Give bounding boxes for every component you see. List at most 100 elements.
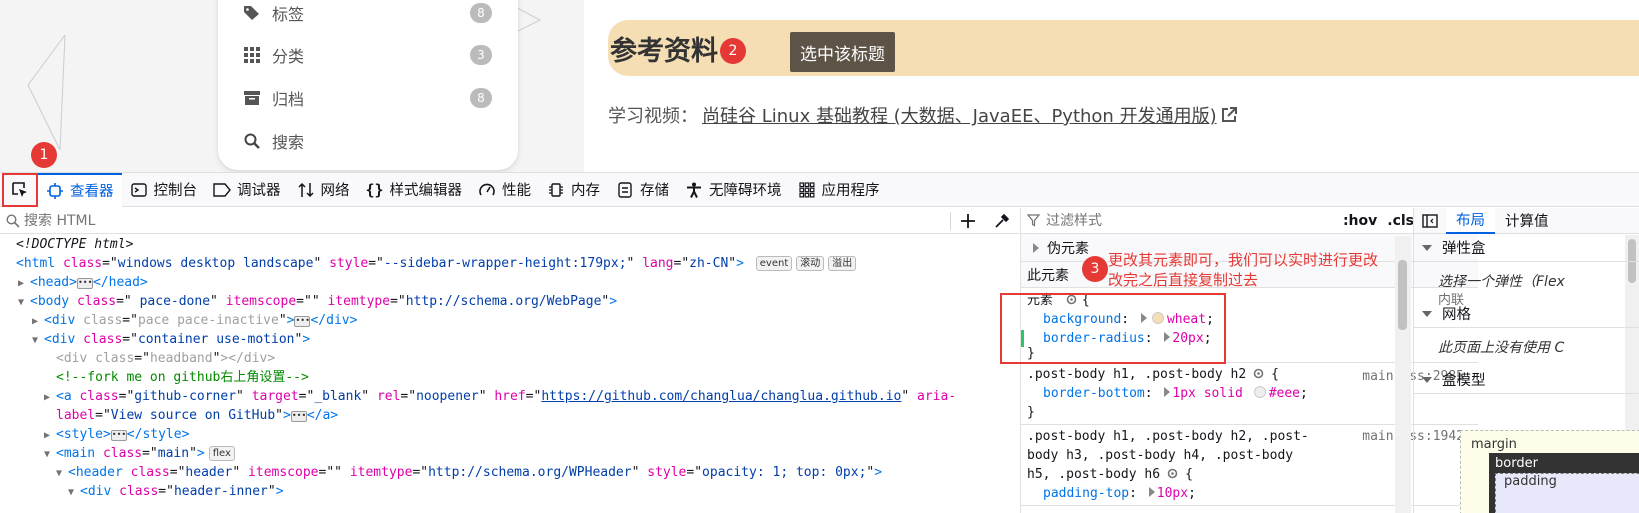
tree-node-doctype[interactable]: <!DOCTYPE html> xyxy=(0,235,1019,254)
flexbox-section-toggle[interactable]: 弹性盒 xyxy=(1414,234,1639,262)
study-link[interactable]: 尚硅谷 Linux 基础教程 (大数据、JavaEE、Python 开发通用版) xyxy=(702,102,1217,128)
scrollbar-thumb[interactable] xyxy=(1398,260,1407,330)
tree-node-div-headband[interactable]: <div class="headband"></div> xyxy=(0,349,1019,368)
color-swatch[interactable] xyxy=(1253,386,1266,398)
tab-layout[interactable]: 布局 xyxy=(1446,208,1495,234)
eyedropper-button[interactable] xyxy=(985,213,1019,229)
menu-item-label: 归档 xyxy=(272,90,305,109)
hover-states-button[interactable]: :hov xyxy=(1343,213,1377,229)
tab-performance[interactable]: 性能 xyxy=(470,173,539,207)
tab-memory[interactable]: 内存 xyxy=(539,173,608,207)
application-icon xyxy=(798,181,816,199)
collapse-arrow-icon: ▼ xyxy=(18,297,25,308)
event-badge[interactable]: event xyxy=(755,256,793,271)
tree-node-head[interactable]: ▶ <head>•••</head> xyxy=(0,273,1019,292)
archive-icon xyxy=(242,88,262,108)
overflow-badge[interactable]: 溢出 xyxy=(828,256,857,271)
html-search-actions xyxy=(950,208,1019,234)
pick-element-button[interactable] xyxy=(2,172,38,207)
flex-badge[interactable]: flex xyxy=(208,446,235,461)
performance-icon xyxy=(478,181,496,199)
collapse-arrow-icon: ▼ xyxy=(68,487,75,498)
tab-inspector[interactable]: 查看器 xyxy=(38,172,122,207)
expand-arrow-icon: ▶ xyxy=(44,392,51,403)
padding-label: padding xyxy=(1504,474,1557,489)
gear-icon[interactable] xyxy=(1252,367,1265,380)
tree-node-div-pace[interactable]: ▶ <div class="pace pace-inactive">•••</di… xyxy=(0,311,1019,330)
ellipsis-icon: ••• xyxy=(294,316,311,327)
boxmodel-section-toggle[interactable]: 盒模型 xyxy=(1414,366,1639,394)
step-1-marker: 1 xyxy=(31,142,57,168)
ellipsis-icon: ••• xyxy=(290,411,307,422)
tags-icon xyxy=(242,3,262,23)
tree-node-a-github-corner[interactable]: ▶ <a class="github-corner" target="_blank… xyxy=(0,387,1019,406)
ellipsis-icon: ••• xyxy=(76,278,93,289)
web-page-viewport: 标签 8 分类 3 归档 8 搜索 参考资料 学习视频： 尚硅谷 Linux 基… xyxy=(0,0,1639,172)
flexbox-section-body: 选择一个弹性（Flex xyxy=(1438,274,1565,290)
network-icon xyxy=(297,181,315,199)
collapse-arrow-icon: ▼ xyxy=(56,468,63,479)
gear-icon[interactable] xyxy=(1166,467,1179,480)
study-label: 学习视频： xyxy=(608,106,698,127)
tab-debugger[interactable]: 调试器 xyxy=(205,173,289,207)
count-badge: 8 xyxy=(470,3,492,23)
devtools-toolbar: 查看器 控制台 调试器 网络 {} 样式编辑器 性能 内存 存储 无障碍环境 应… xyxy=(0,172,1639,207)
tab-application[interactable]: 应用程序 xyxy=(790,173,888,207)
count-badge: 8 xyxy=(470,88,492,108)
html-search-input[interactable] xyxy=(24,212,924,229)
menu-item-archives[interactable]: 归档 8 xyxy=(242,85,492,111)
tree-node-comment[interactable]: <!--fork me on github右上角设置--> xyxy=(0,368,1019,387)
expand-arrow-icon xyxy=(1033,242,1039,253)
tab-network[interactable]: 网络 xyxy=(289,173,358,207)
tab-style-editor[interactable]: {} 样式编辑器 xyxy=(358,173,471,207)
tab-console[interactable]: 控制台 xyxy=(122,173,206,207)
add-node-button[interactable] xyxy=(951,214,985,228)
padding-box: padding xyxy=(1495,473,1639,513)
tree-node-style[interactable]: ▶ <style>•••</style> xyxy=(0,425,1019,444)
select-heading-tooltip: 选中该标题 xyxy=(790,32,895,72)
menu-item-categories[interactable]: 分类 3 xyxy=(242,42,492,68)
menu-item-tags[interactable]: 标签 8 xyxy=(242,0,492,26)
menu-item-search[interactable]: 搜索 xyxy=(242,128,492,154)
tab-accessibility[interactable]: 无障碍环境 xyxy=(677,173,790,207)
layout-sidebar-panel: 布局 计算值 弹性盒 选择一个弹性（Flex 网格 此页面上没有使用 C 盒模型… xyxy=(1413,208,1639,513)
classes-button[interactable]: .cls xyxy=(1387,213,1414,229)
sidebar-menu-card: 标签 8 分类 3 归档 8 搜索 xyxy=(218,0,518,170)
tree-node-main[interactable]: ▼ <main class="main"> flex xyxy=(0,444,1019,463)
expand-arrow-icon xyxy=(1164,387,1171,397)
tree-node-a-continued: label="View source on GitHub">•••</a> xyxy=(56,408,339,423)
expand-arrow-icon: ▶ xyxy=(18,278,25,289)
rules-filter-input[interactable] xyxy=(1046,212,1286,229)
grid-section-body: 此页面上没有使用 C xyxy=(1438,340,1565,356)
html-search-bar xyxy=(0,208,1019,234)
tree-node-html[interactable]: <html class="windows desktop landscape" … xyxy=(0,254,1019,273)
tree-node-div-container[interactable]: ▼ <div class="container use-motion"> xyxy=(0,330,1019,349)
menu-item-label: 分类 xyxy=(272,47,305,66)
search-icon xyxy=(242,131,262,151)
tree-node-body[interactable]: ▼ <body class=" pace-done" itemscope="" i… xyxy=(0,292,1019,311)
collapse-arrow-icon xyxy=(1422,310,1432,317)
scroll-badge[interactable]: 滚动 xyxy=(796,256,825,271)
tree-node-header[interactable]: ▼ <header class="header" itemscope="" ite… xyxy=(0,463,1019,482)
inspector-icon xyxy=(46,182,64,200)
tab-computed[interactable]: 计算值 xyxy=(1495,208,1559,234)
ellipsis-icon: ••• xyxy=(110,430,127,441)
rules-scrollbar[interactable] xyxy=(1395,236,1411,513)
step-2-marker: 2 xyxy=(720,38,746,64)
layout-tabs: 布局 计算值 xyxy=(1414,208,1639,234)
tree-node-header-inner[interactable]: ▼ <div class="header-inner"> xyxy=(0,482,1019,501)
grid-section-toggle[interactable]: 网格 xyxy=(1414,300,1639,328)
expand-arrow-icon xyxy=(1148,487,1155,497)
reference-heading[interactable]: 参考资料 xyxy=(608,20,1639,76)
border-label: border xyxy=(1495,456,1538,471)
tab-storage[interactable]: 存储 xyxy=(608,173,677,207)
menu-item-label: 搜索 xyxy=(272,133,305,152)
collapse-arrow-icon xyxy=(1422,376,1432,383)
collapse-arrow-icon xyxy=(1422,244,1432,251)
margin-label: margin xyxy=(1471,437,1517,452)
expand-arrow-icon: ▶ xyxy=(32,316,39,327)
sidebar-toggle-icon[interactable] xyxy=(1422,213,1438,228)
post-content: 参考资料 学习视频： 尚硅谷 Linux 基础教程 (大数据、JavaEE、Py… xyxy=(584,0,1639,172)
expand-arrow-icon: ▶ xyxy=(44,430,51,441)
count-badge: 3 xyxy=(470,45,492,65)
